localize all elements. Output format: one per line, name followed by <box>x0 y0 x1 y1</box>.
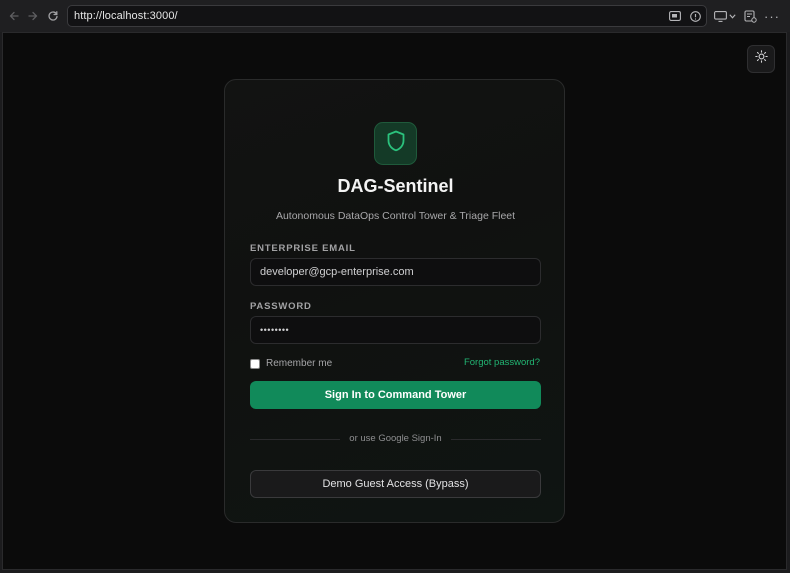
theme-toggle-button[interactable] <box>747 45 775 73</box>
password-label: PASSWORD <box>250 301 312 312</box>
cast-icon[interactable] <box>714 8 727 24</box>
address-bar[interactable]: http://localhost:3000/ <box>67 5 707 27</box>
browser-toolbar: http://localhost:3000/ ··· <box>0 0 790 32</box>
remember-checkbox[interactable] <box>250 358 260 369</box>
sun-icon <box>754 50 768 68</box>
picture-in-picture-icon[interactable] <box>668 9 682 23</box>
password-field[interactable]: •••••••• <box>250 316 541 344</box>
page-subtitle: Autonomous DataOps Control Tower & Triag… <box>275 210 516 222</box>
guest-access-button[interactable]: Demo Guest Access (Bypass) <box>250 470 541 498</box>
shield-icon <box>386 130 406 157</box>
url-text: http://localhost:3000/ <box>74 10 178 22</box>
email-value: developer@gcp-enterprise.com <box>260 266 414 278</box>
remember-me[interactable]: Remember me <box>250 358 332 369</box>
password-value: •••••••• <box>260 325 290 335</box>
info-icon[interactable] <box>688 9 702 23</box>
sign-in-button[interactable]: Sign In to Command Tower <box>250 381 541 409</box>
logo <box>374 122 417 165</box>
divider-right <box>451 439 541 440</box>
remember-label: Remember me <box>266 358 333 369</box>
chevron-down-icon[interactable] <box>729 8 736 24</box>
reload-icon[interactable] <box>43 6 63 26</box>
more-icon[interactable]: ··· <box>764 8 780 24</box>
back-arrow-icon[interactable] <box>4 6 24 26</box>
forgot-password-link[interactable]: Forgot password? <box>464 357 540 368</box>
page-viewport: DAG-Sentinel Autonomous DataOps Control … <box>2 32 787 570</box>
email-label: ENTERPRISE EMAIL <box>250 243 356 254</box>
page-title: DAG-Sentinel <box>337 176 454 196</box>
email-field[interactable]: developer@gcp-enterprise.com <box>250 258 541 286</box>
extensions-icon[interactable] <box>744 8 757 24</box>
login-card: DAG-Sentinel Autonomous DataOps Control … <box>224 79 565 523</box>
forward-arrow-icon[interactable] <box>23 6 43 26</box>
